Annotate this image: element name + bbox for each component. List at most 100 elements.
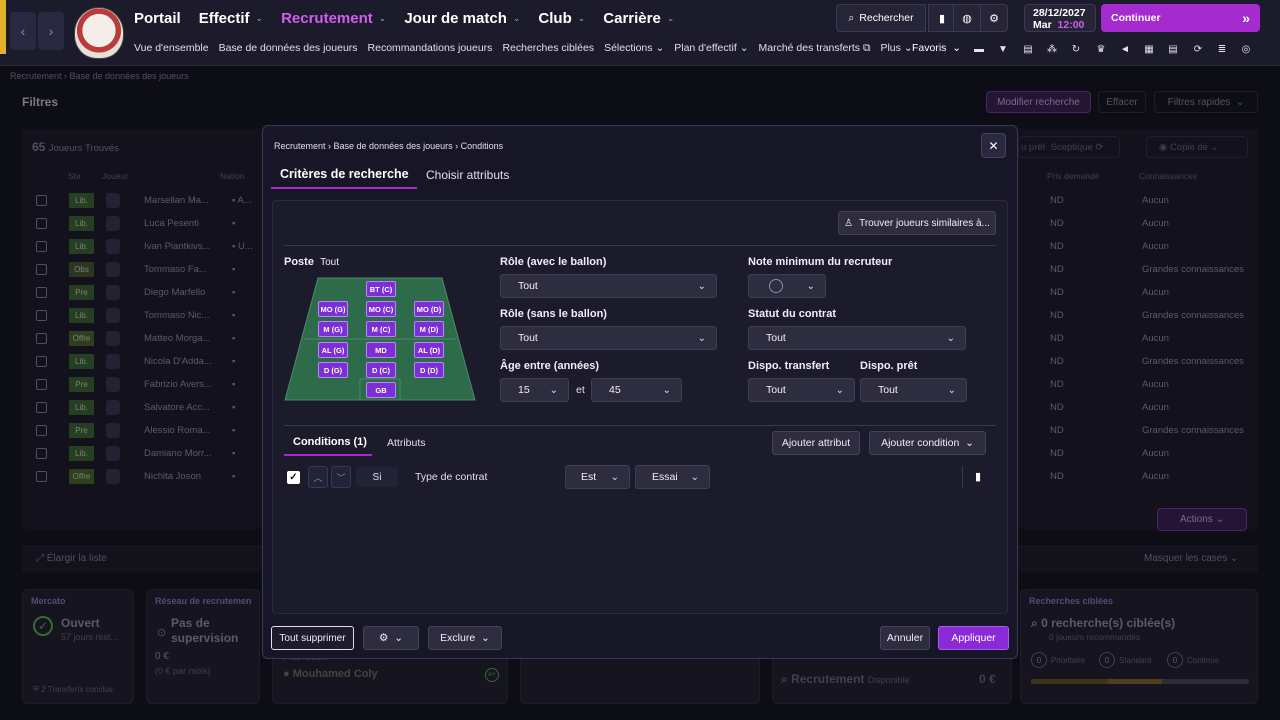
tab-choose-attributes[interactable]: Choisir attributs — [426, 168, 509, 182]
club-logo[interactable] — [74, 7, 124, 59]
condition-connector[interactable]: Si — [356, 467, 398, 487]
list-icon[interactable]: ▤ — [1166, 42, 1180, 56]
position-al-g[interactable]: AL (G) — [318, 342, 348, 358]
settings-dropdown[interactable]: ⚙ ⌄ — [363, 626, 419, 650]
divider — [962, 466, 963, 488]
tab-search-criteria[interactable]: Critères de recherche — [280, 167, 409, 181]
database-icon[interactable]: ≣ — [1215, 42, 1229, 56]
cancel-button[interactable]: Annuler — [880, 626, 930, 650]
condition-field[interactable]: Type de contrat — [415, 471, 487, 483]
position-d-g[interactable]: D (G) — [318, 362, 348, 378]
crumb-item[interactable]: Recrutement — [274, 141, 326, 151]
chevron-down-icon: ⌄ — [255, 12, 264, 23]
gear-icon: ⚙ — [378, 632, 389, 644]
subnav-label: Marché des transferts — [758, 41, 861, 54]
age-max-dropdown[interactable]: 45 ⌄ — [591, 378, 682, 402]
move-down-button[interactable]: ﹀ — [331, 466, 351, 488]
favorites-dropdown[interactable]: Favoris ⌄ — [912, 42, 961, 54]
subnav-transfer-market[interactable]: Marché des transferts ⧉ — [759, 42, 871, 55]
megaphone-icon[interactable]: ◄ — [1118, 42, 1132, 56]
active-tab-indicator — [271, 187, 417, 189]
check-icon: ✓ — [289, 472, 298, 483]
chevron-left-icon: ‹ — [20, 23, 26, 39]
bookmark-button[interactable]: ▮ — [928, 4, 956, 32]
loan-availability-dropdown[interactable]: Tout ⌄ — [860, 378, 967, 402]
nav-portail[interactable]: Portail — [134, 10, 181, 27]
refresh-icon[interactable]: ↻ — [1069, 42, 1083, 56]
position-mo-d[interactable]: MO (D) — [414, 301, 444, 317]
age-range-label: Âge entre (années) — [500, 360, 600, 372]
subnav-player-database[interactable]: Base de données des joueurs — [219, 42, 358, 54]
subnav-targeted-searches[interactable]: Recherches ciblées — [502, 42, 594, 54]
apply-button[interactable]: Appliquer — [938, 626, 1009, 650]
subnav-more[interactable]: Plus ⌄ — [880, 42, 912, 54]
nav-recrutement[interactable]: Recrutement ⌄ — [281, 10, 386, 27]
game-date[interactable]: 28/12/2027 Mar 12:00 — [1024, 4, 1096, 32]
chevron-down-icon: ⌄ — [806, 280, 815, 292]
date-text: 28/12/2027 — [1033, 7, 1086, 19]
role-with-ball-dropdown[interactable]: Tout ⌄ — [500, 274, 717, 298]
contract-status-dropdown[interactable]: Tout ⌄ — [748, 326, 966, 350]
subnav-squad-plan[interactable]: Plan d'effectif ⌄ — [674, 42, 748, 54]
close-button[interactable]: ✕ — [981, 133, 1006, 158]
nav-effectif[interactable]: Effectif ⌄ — [199, 10, 263, 27]
condition-operator-dropdown[interactable]: Est ⌄ — [565, 465, 630, 489]
position-m-c[interactable]: M (C) — [366, 321, 396, 337]
tactics-icon[interactable]: ⁂ — [1045, 42, 1059, 56]
settings-button[interactable]: ⚙ — [980, 4, 1008, 32]
inbox-icon[interactable]: ▬ — [972, 42, 986, 56]
position-d-c[interactable]: D (C) — [366, 362, 396, 378]
subnav-recommendations[interactable]: Recommandations joueurs — [368, 42, 493, 54]
move-up-button[interactable]: ︿ — [308, 466, 328, 488]
age-min-dropdown[interactable]: 15 ⌄ — [500, 378, 569, 402]
position-bt-c[interactable]: BT (C) — [366, 281, 396, 297]
clipboard-icon[interactable]: ▤ — [1021, 42, 1035, 56]
trophy-icon[interactable]: ♛ — [1094, 42, 1108, 56]
position-gb[interactable]: GB — [366, 382, 396, 398]
position-mo-g[interactable]: MO (G) — [318, 301, 348, 317]
find-similar-button[interactable]: ♙ Trouver joueurs similaires à... — [838, 211, 996, 235]
delete-condition-button[interactable]: ▮ — [975, 470, 981, 483]
subnav-selections[interactable]: Sélections ⌄ — [604, 42, 664, 54]
back-button[interactable]: ‹ — [10, 12, 36, 50]
role-with-ball-label: Rôle (avec le ballon) — [500, 256, 607, 268]
position-md[interactable]: MD — [366, 342, 396, 358]
continue-button[interactable]: Continuer » — [1101, 4, 1260, 32]
min-rating-dropdown[interactable]: ⌄ — [748, 274, 826, 298]
rating-circle-icon — [769, 279, 783, 293]
globe-button[interactable]: ◍ — [953, 4, 981, 32]
role-without-ball-dropdown[interactable]: Tout ⌄ — [500, 326, 717, 350]
condition-value-dropdown[interactable]: Essai ⌄ — [635, 465, 710, 489]
dropdown-value: Tout — [878, 384, 898, 396]
position-mo-c[interactable]: MO (C) — [366, 301, 396, 317]
shirt-icon[interactable]: ▼ — [996, 42, 1010, 56]
exclude-label: Exclure — [440, 632, 476, 644]
external-link-icon: ⧉ — [862, 41, 871, 54]
world-icon[interactable]: ◎ — [1239, 42, 1253, 56]
nav-jour-de-match[interactable]: Jour de match ⌄ — [404, 10, 520, 27]
tab-attributes[interactable]: Attributs — [387, 437, 426, 449]
exclude-dropdown[interactable]: Exclure ⌄ — [428, 626, 502, 650]
crumb-item: Conditions — [460, 141, 504, 151]
subnav-overview[interactable]: Vue d'ensemble — [134, 42, 209, 54]
forward-button[interactable]: › — [38, 12, 64, 50]
document-icon[interactable]: ▦ — [1142, 42, 1156, 56]
top-header: ‹ › Portail Effectif ⌄ Recrutement ⌄ Jour … — [0, 0, 1280, 66]
delete-all-button[interactable]: Tout supprimer — [271, 626, 354, 650]
position-d-d[interactable]: D (D) — [414, 362, 444, 378]
search-button[interactable]: ⌕ Rechercher — [836, 4, 926, 32]
transfer-availability-dropdown[interactable]: Tout ⌄ — [748, 378, 855, 402]
add-condition-button[interactable]: Ajouter condition ⌄ — [869, 431, 986, 455]
position-m-d[interactable]: M (D) — [414, 321, 444, 337]
nav-club[interactable]: Club ⌄ — [538, 10, 585, 27]
condition-checkbox[interactable]: ✓ — [287, 471, 300, 484]
nav-label: Effectif — [198, 9, 250, 27]
tab-conditions[interactable]: Conditions (1) — [293, 436, 367, 448]
nav-carriere[interactable]: Carrière ⌄ — [603, 10, 674, 27]
crumb-item[interactable]: Base de données des joueurs — [334, 141, 453, 151]
add-attribute-button[interactable]: Ajouter attribut — [772, 431, 860, 455]
role-without-ball-label: Rôle (sans le ballon) — [500, 308, 607, 320]
position-al-d[interactable]: AL (D) — [414, 342, 444, 358]
sync-icon[interactable]: ⟳ — [1191, 42, 1205, 56]
position-m-g[interactable]: M (G) — [318, 321, 348, 337]
